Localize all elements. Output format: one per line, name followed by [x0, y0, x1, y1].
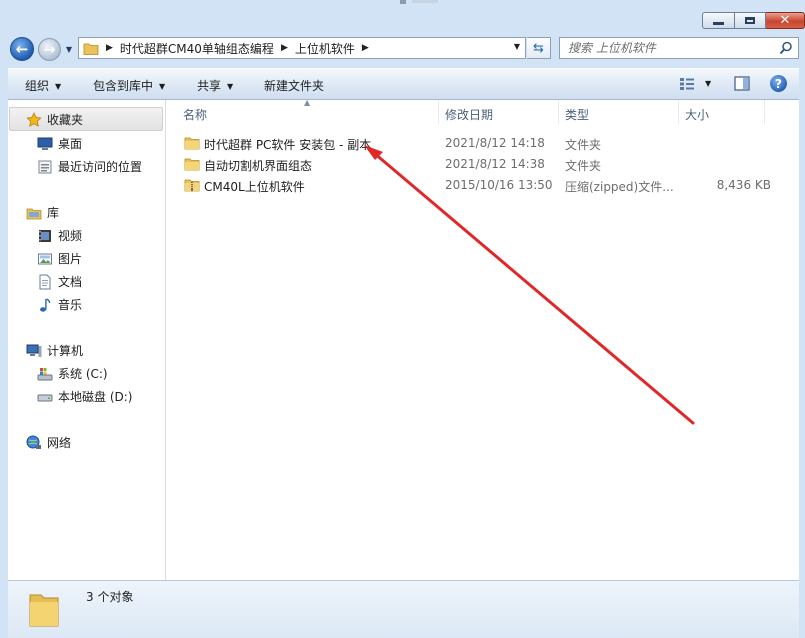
forward-arrow-icon: →	[43, 41, 56, 58]
sidebar-item-documents[interactable]: 文档	[37, 273, 82, 290]
video-icon	[37, 228, 53, 244]
close-button[interactable]: ✕	[766, 12, 805, 29]
refresh-button[interactable]: ⇆	[527, 37, 551, 59]
sidebar-item-computer[interactable]: 计算机	[26, 342, 83, 359]
preview-pane-icon[interactable]	[734, 76, 750, 91]
file-row[interactable]: CM40L上位机软件 2015/10/16 13:50 压缩(zipped)文件…	[180, 175, 780, 195]
navigation-pane: 收藏夹 桌面 最近访问的位置 库 视频 图片 文档 音乐 计算机 系统 (C:)…	[8, 100, 166, 580]
title-bar-decoration	[412, 0, 438, 3]
file-type: 文件夹	[565, 159, 602, 173]
search-box[interactable]	[559, 37, 799, 59]
search-input[interactable]	[568, 40, 768, 56]
breadcrumb-chevron-icon[interactable]: ▶	[106, 43, 113, 53]
breadcrumb-chevron-icon[interactable]: ▶	[362, 43, 369, 53]
sidebar-item-recent[interactable]: 最近访问的位置	[37, 158, 142, 175]
close-icon: ✕	[779, 13, 791, 28]
recent-pages-dropdown[interactable]: ▼	[64, 43, 74, 55]
computer-icon	[26, 343, 42, 359]
column-divider[interactable]	[764, 100, 765, 124]
command-bar: 组织 ▼ 包含到库中 ▼ 共享 ▼ 新建文件夹 ▼ ?	[8, 68, 799, 100]
breadcrumb-item[interactable]: 上位机软件	[295, 40, 355, 57]
column-header-name[interactable]: 名称	[183, 106, 207, 123]
sidebar-item-videos[interactable]: 视频	[37, 227, 82, 244]
sidebar-item-drive-d[interactable]: 本地磁盘 (D:)	[37, 388, 132, 405]
system-drive-icon	[37, 366, 53, 382]
folder-icon	[184, 158, 200, 171]
chevron-down-icon: ▼	[159, 82, 166, 91]
sidebar-item-desktop[interactable]: 桌面	[37, 135, 82, 152]
network-icon	[26, 435, 42, 451]
item-count: 3 个对象	[86, 590, 134, 604]
forward-button[interactable]: →	[38, 38, 61, 61]
library-icon	[26, 205, 42, 221]
maximize-button[interactable]	[735, 12, 766, 29]
sidebar-item-libraries[interactable]: 库	[26, 204, 59, 221]
column-divider[interactable]	[678, 100, 679, 124]
column-header-size[interactable]: 大小	[685, 106, 709, 123]
sidebar-item-drive-c[interactable]: 系统 (C:)	[37, 365, 108, 382]
address-bar[interactable]: ▶ 时代超群CM40单轴组态编程 ▶ 上位机软件 ▶ ▼	[78, 37, 526, 59]
folder-icon	[83, 43, 99, 55]
breadcrumb-item[interactable]: 时代超群CM40单轴组态编程	[120, 40, 274, 57]
sort-ascending-icon: ▲	[304, 98, 311, 107]
column-divider[interactable]	[438, 100, 439, 124]
organize-menu[interactable]: 组织 ▼	[25, 77, 61, 94]
sidebar-item-favorites[interactable]: 收藏夹	[26, 111, 83, 128]
back-button[interactable]: ←	[10, 37, 34, 61]
title-bar-decoration	[400, 0, 406, 4]
window-border	[799, 60, 805, 638]
file-type: 文件夹	[565, 138, 602, 152]
folder-icon	[184, 137, 200, 150]
view-options-icon[interactable]	[679, 77, 695, 91]
sidebar-item-pictures[interactable]: 图片	[37, 250, 82, 267]
maximize-icon	[745, 17, 755, 24]
include-in-library-menu[interactable]: 包含到库中 ▼	[93, 77, 165, 94]
zip-folder-icon	[184, 179, 200, 192]
file-row[interactable]: 自动切割机界面组态 2021/8/12 14:38 文件夹	[180, 154, 780, 174]
minimize-icon	[713, 22, 724, 25]
column-header-type[interactable]: 类型	[565, 106, 589, 123]
file-date: 2015/10/16 13:50	[445, 178, 553, 192]
recent-places-icon	[37, 159, 53, 175]
sidebar-item-network[interactable]: 网络	[26, 434, 71, 451]
file-size: 8,436 KB	[716, 178, 771, 192]
column-header-date[interactable]: 修改日期	[445, 106, 493, 123]
column-divider[interactable]	[558, 100, 559, 124]
music-icon	[37, 297, 53, 313]
chevron-down-icon: ▼	[227, 82, 234, 91]
file-date: 2021/8/12 14:38	[445, 157, 545, 171]
file-name: CM40L上位机软件	[204, 180, 305, 194]
documents-icon	[37, 274, 53, 290]
breadcrumb-chevron-icon[interactable]: ▶	[281, 43, 288, 53]
help-icon[interactable]: ?	[770, 75, 787, 92]
file-type: 压缩(zipped)文件...	[565, 180, 674, 194]
share-menu[interactable]: 共享 ▼	[197, 77, 233, 94]
file-date: 2021/8/12 14:18	[445, 136, 545, 150]
sidebar-item-music[interactable]: 音乐	[37, 296, 82, 313]
desktop-icon	[37, 136, 53, 152]
refresh-icon: ⇆	[533, 40, 544, 56]
details-pane: 3 个对象	[8, 580, 799, 638]
folder-icon	[29, 594, 59, 627]
file-row[interactable]: 时代超群 PC软件 安装包 - 副本 2021/8/12 14:18 文件夹	[180, 133, 780, 153]
new-folder-button[interactable]: 新建文件夹	[264, 77, 324, 94]
file-list: ▲ 名称 修改日期 类型 大小 时代超群 PC软件 安装包 - 副本 2021/…	[166, 98, 799, 580]
back-arrow-icon: ←	[15, 40, 29, 58]
minimize-button[interactable]	[702, 12, 735, 29]
chevron-down-icon: ▼	[55, 82, 62, 91]
pictures-icon	[37, 251, 53, 267]
file-name: 时代超群 PC软件 安装包 - 副本	[204, 138, 372, 152]
address-dropdown-icon[interactable]: ▼	[514, 42, 520, 51]
hard-drive-icon	[37, 389, 53, 405]
search-icon[interactable]	[779, 41, 793, 55]
caption-buttons: ✕	[702, 12, 805, 31]
chevron-down-icon[interactable]: ▼	[705, 79, 711, 88]
file-name: 自动切割机界面组态	[204, 159, 313, 173]
star-icon	[26, 111, 42, 128]
